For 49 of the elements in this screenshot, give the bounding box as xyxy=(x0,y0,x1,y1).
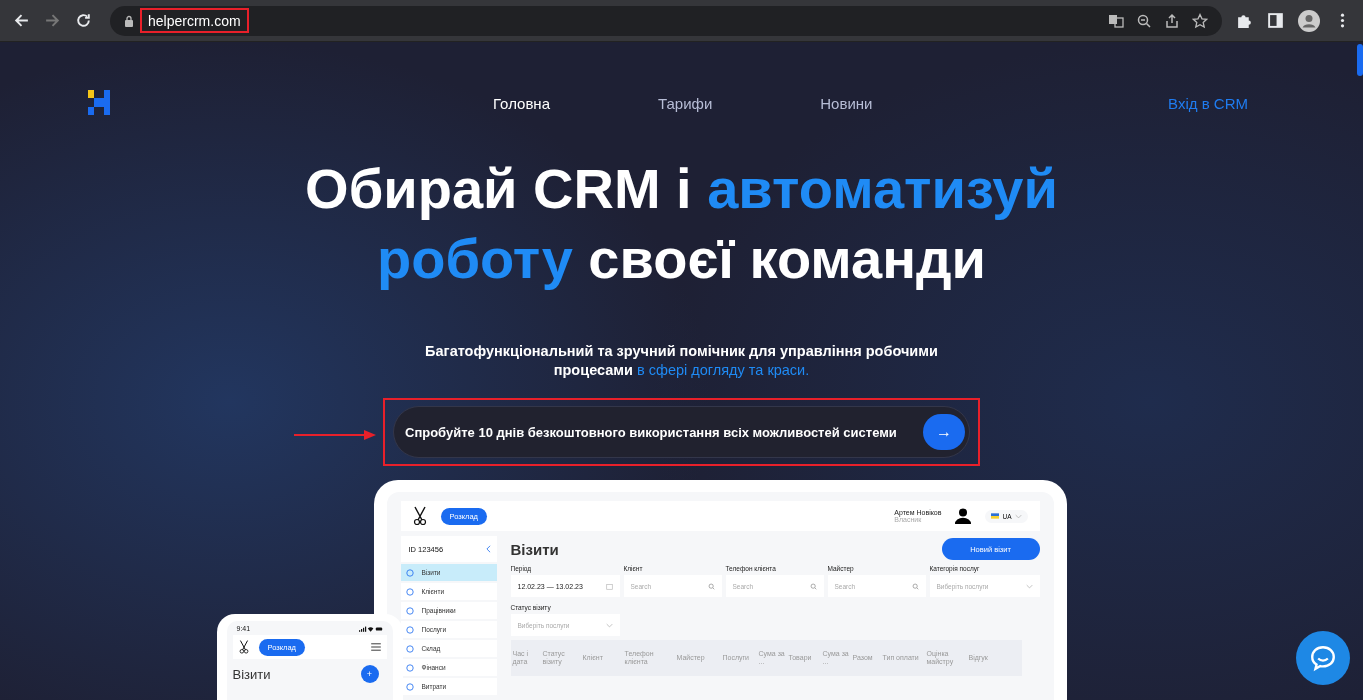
menu-icon[interactable] xyxy=(370,643,381,651)
menu-item-icon xyxy=(405,663,414,672)
chevron-down-icon xyxy=(1014,513,1022,519)
menu-item-icon xyxy=(405,568,414,577)
chevron-left-icon[interactable] xyxy=(485,545,491,553)
chat-icon xyxy=(1309,644,1337,672)
logo-icon[interactable] xyxy=(88,90,110,116)
menu-item-icon xyxy=(405,606,414,615)
headline: Обирай CRM і автоматизуй роботу своєї команди xyxy=(305,156,1058,292)
user-icon[interactable] xyxy=(955,508,972,524)
nav-link[interactable]: Новини xyxy=(820,94,873,112)
search-icon xyxy=(911,582,919,590)
search-icon xyxy=(707,582,715,590)
translate-icon[interactable] xyxy=(1108,12,1124,29)
menu-item-icon xyxy=(405,587,414,596)
scissors-icon xyxy=(238,639,249,655)
address-bar[interactable]: helpercrm.com xyxy=(110,5,1222,36)
puzzle-icon[interactable] xyxy=(1236,12,1253,29)
nav-link[interactable]: Тарифи xyxy=(658,94,713,112)
menu-item-icon xyxy=(405,625,414,634)
share-icon[interactable] xyxy=(1164,12,1180,29)
add-button[interactable]: + xyxy=(360,665,379,683)
reload-icon[interactable] xyxy=(75,12,92,29)
star-icon[interactable] xyxy=(1192,12,1208,29)
menu-item-icon xyxy=(405,644,414,653)
status-icons xyxy=(358,625,383,632)
arrow-button[interactable]: → xyxy=(923,414,965,450)
url-text: helpercrm.com xyxy=(148,13,241,29)
back-icon[interactable] xyxy=(13,12,30,29)
page-title: Візити xyxy=(510,540,559,558)
trial-text: Спробуйте 10 днів безкоштовного використання всіх можливостей системи xyxy=(405,424,898,440)
calendar-icon xyxy=(605,582,613,590)
trial-banner[interactable]: Спробуйте 10 днів безкоштовного використання всіх можливостей системи → xyxy=(393,406,970,458)
flag-icon xyxy=(991,513,1000,519)
chevron-down-icon xyxy=(1025,582,1033,590)
subtitle: Багатофункціональний та зручний помічник для управління робочими процесами в сфері догляду та краси. xyxy=(424,342,939,380)
page-title: Візити xyxy=(232,666,271,682)
zoom-out-icon[interactable] xyxy=(1136,12,1152,29)
chevron-down-icon xyxy=(605,621,613,629)
scissors-icon xyxy=(412,506,427,526)
chat-button[interactable] xyxy=(1296,631,1350,685)
profile-avatar-icon[interactable] xyxy=(1298,9,1320,32)
side-panel-icon[interactable] xyxy=(1267,12,1284,29)
login-link[interactable]: Вхід в CRM xyxy=(1168,94,1248,112)
scrollbar-thumb[interactable] xyxy=(1357,44,1363,76)
lock-icon xyxy=(124,14,134,27)
nav-link[interactable]: Головна xyxy=(493,94,550,112)
search-icon xyxy=(809,582,817,590)
menu-item-icon xyxy=(405,682,414,691)
